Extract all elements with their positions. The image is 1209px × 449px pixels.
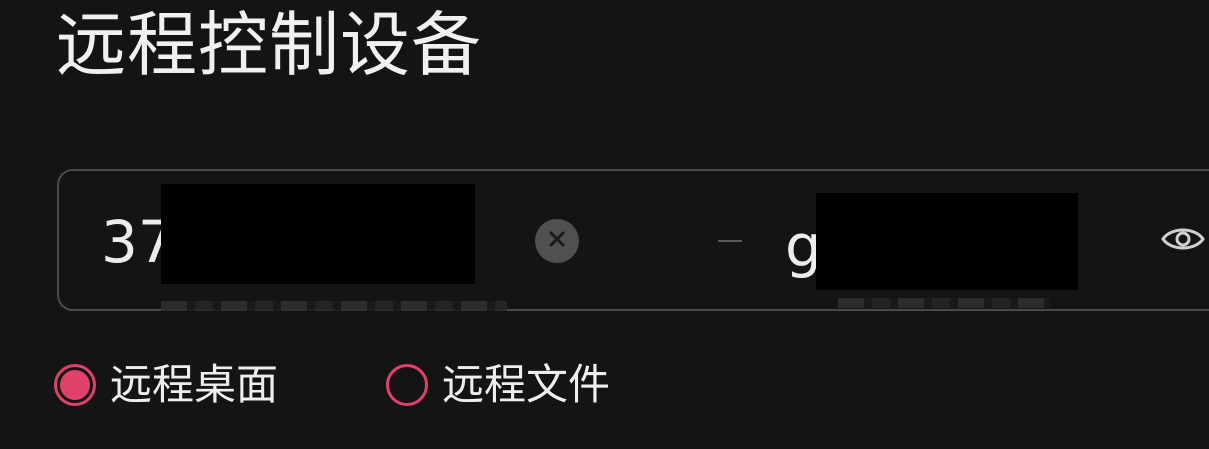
clear-device-id-button[interactable] [535,219,579,263]
radio-dot [60,370,90,400]
mode-option-remote-file[interactable]: 远程文件 [386,355,610,415]
device-id-redaction-noise [161,301,507,311]
toggle-password-visibility-button[interactable] [1160,221,1206,261]
clear-circle-icon [548,230,566,252]
id-password-separator [718,240,742,242]
remote-control-page: 远程控制设备 37 g 远程桌面 远程文件 [0,0,1209,449]
password-redaction-noise [838,298,1050,308]
mode-option-label: 远程桌面 [110,360,279,409]
device-id-redaction [161,184,475,284]
radio-selected-icon[interactable] [54,364,96,406]
radio-unselected-icon[interactable] [386,364,428,406]
password-redaction [816,193,1078,290]
eye-icon [1160,223,1206,259]
mode-option-remote-desktop[interactable]: 远程桌面 [54,355,278,415]
page-title: 远程控制设备 [56,4,482,86]
mode-option-label: 远程文件 [442,360,611,409]
